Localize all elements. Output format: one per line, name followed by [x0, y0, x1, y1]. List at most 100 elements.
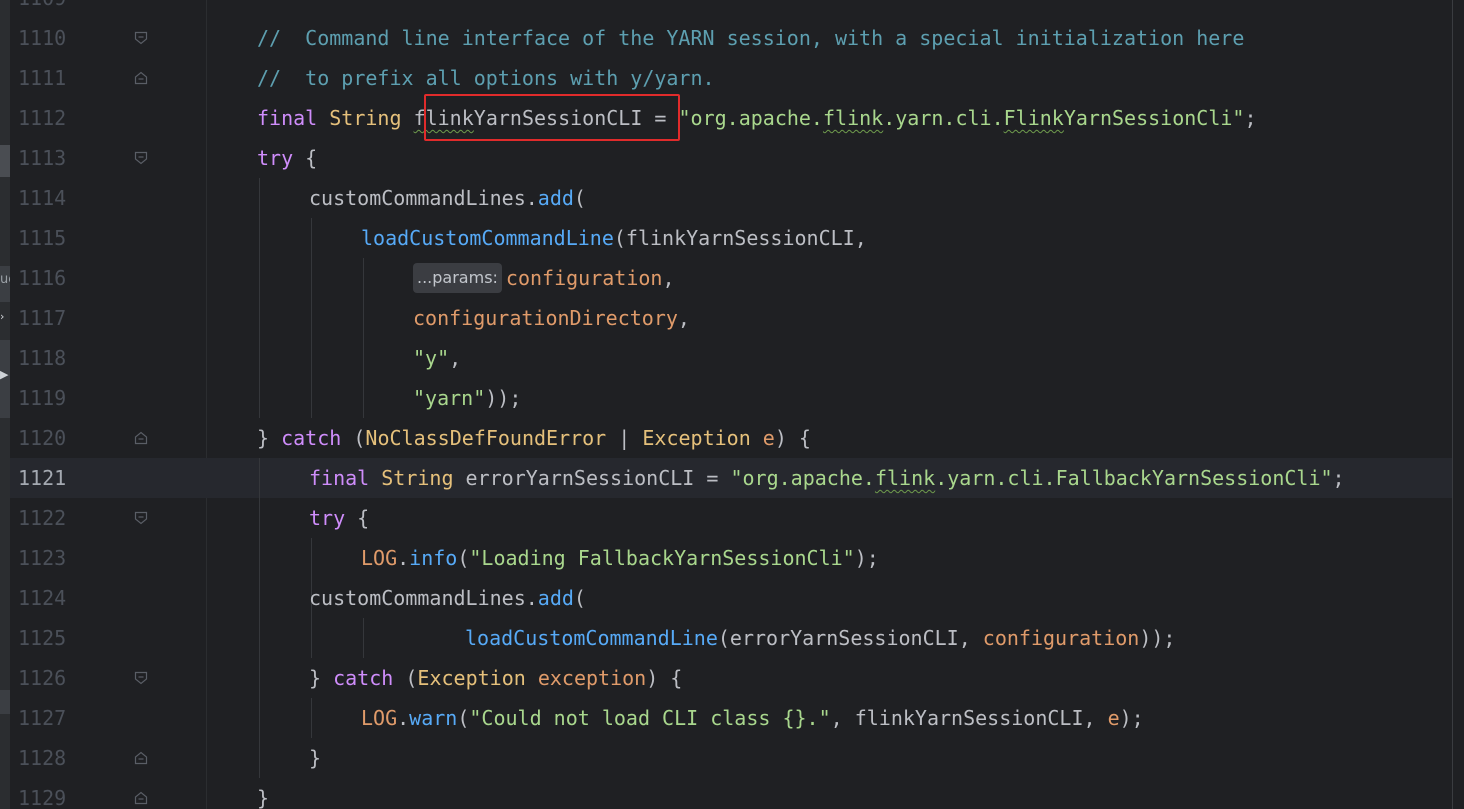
fold-end-icon[interactable] — [134, 751, 148, 765]
code-text[interactable]: ...params: configuration, — [413, 258, 675, 298]
line-number[interactable]: 1122 — [18, 498, 66, 538]
line-number[interactable]: 1124 — [18, 578, 66, 618]
code-text[interactable]: final String errorYarnSessionCLI = "org.… — [309, 458, 1345, 498]
line-number[interactable]: 1123 — [18, 538, 66, 578]
method-token: loadCustomCommandLine — [465, 626, 718, 650]
line-number[interactable]: 1129 — [18, 778, 66, 809]
line-number[interactable]: 1112 — [18, 98, 66, 138]
identifier-token: LOG — [361, 706, 398, 730]
code-line[interactable]: 1129} — [0, 778, 1452, 809]
line-number[interactable]: 1118 — [18, 338, 66, 378]
code-token: , — [449, 346, 462, 370]
line-number[interactable]: 1120 — [18, 418, 66, 458]
code-text[interactable]: customCommandLines.add( — [309, 178, 586, 218]
keyword-token: try — [309, 506, 346, 530]
code-text[interactable]: customCommandLines.add( — [309, 578, 586, 618]
code-text[interactable]: loadCustomCommandLine(errorYarnSessionCL… — [465, 618, 1175, 658]
fold-end-icon[interactable] — [134, 431, 148, 445]
line-number[interactable]: 1115 — [18, 218, 66, 258]
code-token: ) { — [646, 666, 683, 690]
code-line[interactable]: 1128} — [0, 738, 1452, 778]
fold-collapse-icon[interactable] — [134, 31, 148, 45]
code-text[interactable]: } catch (Exception exception) { — [309, 658, 682, 698]
method-token: add — [537, 586, 574, 610]
code-line[interactable]: 1116 ...params: configuration, — [0, 258, 1452, 298]
code-text[interactable]: final String flinkYarnSessionCLI = "org.… — [257, 98, 1257, 138]
code-token: ( — [457, 546, 470, 570]
code-text[interactable]: LOG.warn("Could not load CLI class {}.",… — [361, 698, 1144, 738]
code-text[interactable]: loadCustomCommandLine(flinkYarnSessionCL… — [361, 218, 867, 258]
line-number[interactable]: 1128 — [18, 738, 66, 778]
line-number[interactable]: 1126 — [18, 658, 66, 698]
selection-highlight-box — [424, 94, 680, 141]
fold-collapse-icon[interactable] — [134, 151, 148, 165]
code-token: ( — [393, 666, 418, 690]
code-text[interactable]: } catch (NoClassDefFoundError | Exceptio… — [257, 418, 811, 458]
code-text[interactable]: "y", — [413, 338, 461, 378]
code-text[interactable]: } — [309, 738, 321, 778]
type-token: String — [329, 106, 402, 130]
line-number[interactable]: 1121 — [18, 458, 66, 498]
fold-collapse-icon[interactable] — [134, 671, 148, 685]
line-number[interactable]: 1113 — [18, 138, 66, 178]
code-editor[interactable]: uc › ▶ 11091110// Command line interface… — [0, 0, 1464, 809]
code-line[interactable]: 1127 LOG.warn("Could not load CLI class {… — [0, 698, 1452, 738]
line-number[interactable]: 1116 — [18, 258, 66, 298]
code-line[interactable]: 1124 customCommandLines.add( — [0, 578, 1452, 618]
identifier-token: configuration — [505, 266, 663, 290]
code-line[interactable]: 1117 configurationDirectory, — [0, 298, 1452, 338]
code-text[interactable]: try { — [257, 138, 317, 178]
code-line[interactable]: 1122 try { — [0, 498, 1452, 538]
code-line[interactable]: 1111 // to prefix all options with y/yarn… — [0, 58, 1452, 98]
code-text[interactable]: // to prefix all options with y/yarn. — [257, 58, 715, 98]
code-token: ); — [854, 546, 879, 570]
code-line[interactable]: 1113 try { — [0, 138, 1452, 178]
code-token: errorYarnSessionCLI = — [453, 466, 731, 490]
line-number[interactable]: 1111 — [18, 58, 66, 98]
comment-token: // Command line interface of the YARN se… — [257, 26, 1245, 50]
code-line[interactable]: 1120 } catch (NoClassDefFoundError | Exce… — [0, 418, 1452, 458]
fold-end-icon[interactable] — [134, 71, 148, 85]
identifier-token: configurationDirectory — [413, 306, 678, 330]
line-number[interactable]: 1117 — [18, 298, 66, 338]
code-token: ); — [1119, 706, 1144, 730]
fold-collapse-icon[interactable] — [134, 511, 148, 525]
type-token: Exception — [642, 426, 751, 450]
code-line[interactable]: 1112 final String flinkYarnSessionCLI = "… — [0, 98, 1452, 138]
keyword-token: try — [257, 146, 294, 170]
line-number[interactable]: 1110 — [18, 18, 66, 58]
code-line[interactable]: 1121 final String errorYarnSessionCLI = "… — [0, 458, 1452, 498]
code-line[interactable]: 1114 customCommandLines.add( — [0, 178, 1452, 218]
code-text[interactable]: // Command line interface of the YARN se… — [257, 18, 1244, 58]
code-line[interactable]: 1126 } catch (Exception exception) { — [0, 658, 1452, 698]
code-text[interactable]: } — [257, 778, 269, 809]
line-number[interactable]: 1125 — [18, 618, 66, 658]
identifier-token: e — [1107, 706, 1120, 730]
keyword-token: catch — [333, 666, 394, 690]
parameter-hint: ...params: — [413, 262, 502, 293]
code-token: , — [677, 306, 690, 330]
code-text[interactable]: "yarn")); — [413, 378, 521, 418]
code-line[interactable]: 1110 // Command line interface of the YAR… — [0, 18, 1452, 58]
fold-end-icon[interactable] — [134, 791, 148, 805]
code-line[interactable]: 1118 "y", — [0, 338, 1452, 378]
line-number[interactable]: 1127 — [18, 698, 66, 738]
code-line[interactable]: 1123 LOG.info("Loading FallbackYarnSessio… — [0, 538, 1452, 578]
code-text[interactable]: configurationDirectory, — [413, 298, 690, 338]
code-line[interactable]: 1115 loadCustomCommandLine(flinkYarnSessi… — [0, 218, 1452, 258]
code-line[interactable]: 1119 "yarn")); — [0, 378, 1452, 418]
line-number[interactable]: 1109 — [18, 0, 66, 18]
keyword-token: catch — [281, 426, 342, 450]
code-token: ; — [1244, 106, 1257, 130]
code-text[interactable]: LOG.info("Loading FallbackYarnSessionCli… — [361, 538, 879, 578]
keyword-token: final — [309, 466, 370, 490]
string-token: YarnSessionCli" — [1063, 106, 1245, 130]
code-text[interactable]: try { — [309, 498, 369, 538]
line-number[interactable]: 1114 — [18, 178, 66, 218]
code-token: , flinkYarnSessionCLI, — [830, 706, 1108, 730]
code-line[interactable]: 1125 loadCustomCommandLine(errorYarnSessi… — [0, 618, 1452, 658]
code-line[interactable]: 1109 — [0, 0, 1452, 18]
type-token: Exception — [417, 666, 526, 690]
line-number[interactable]: 1119 — [18, 378, 66, 418]
